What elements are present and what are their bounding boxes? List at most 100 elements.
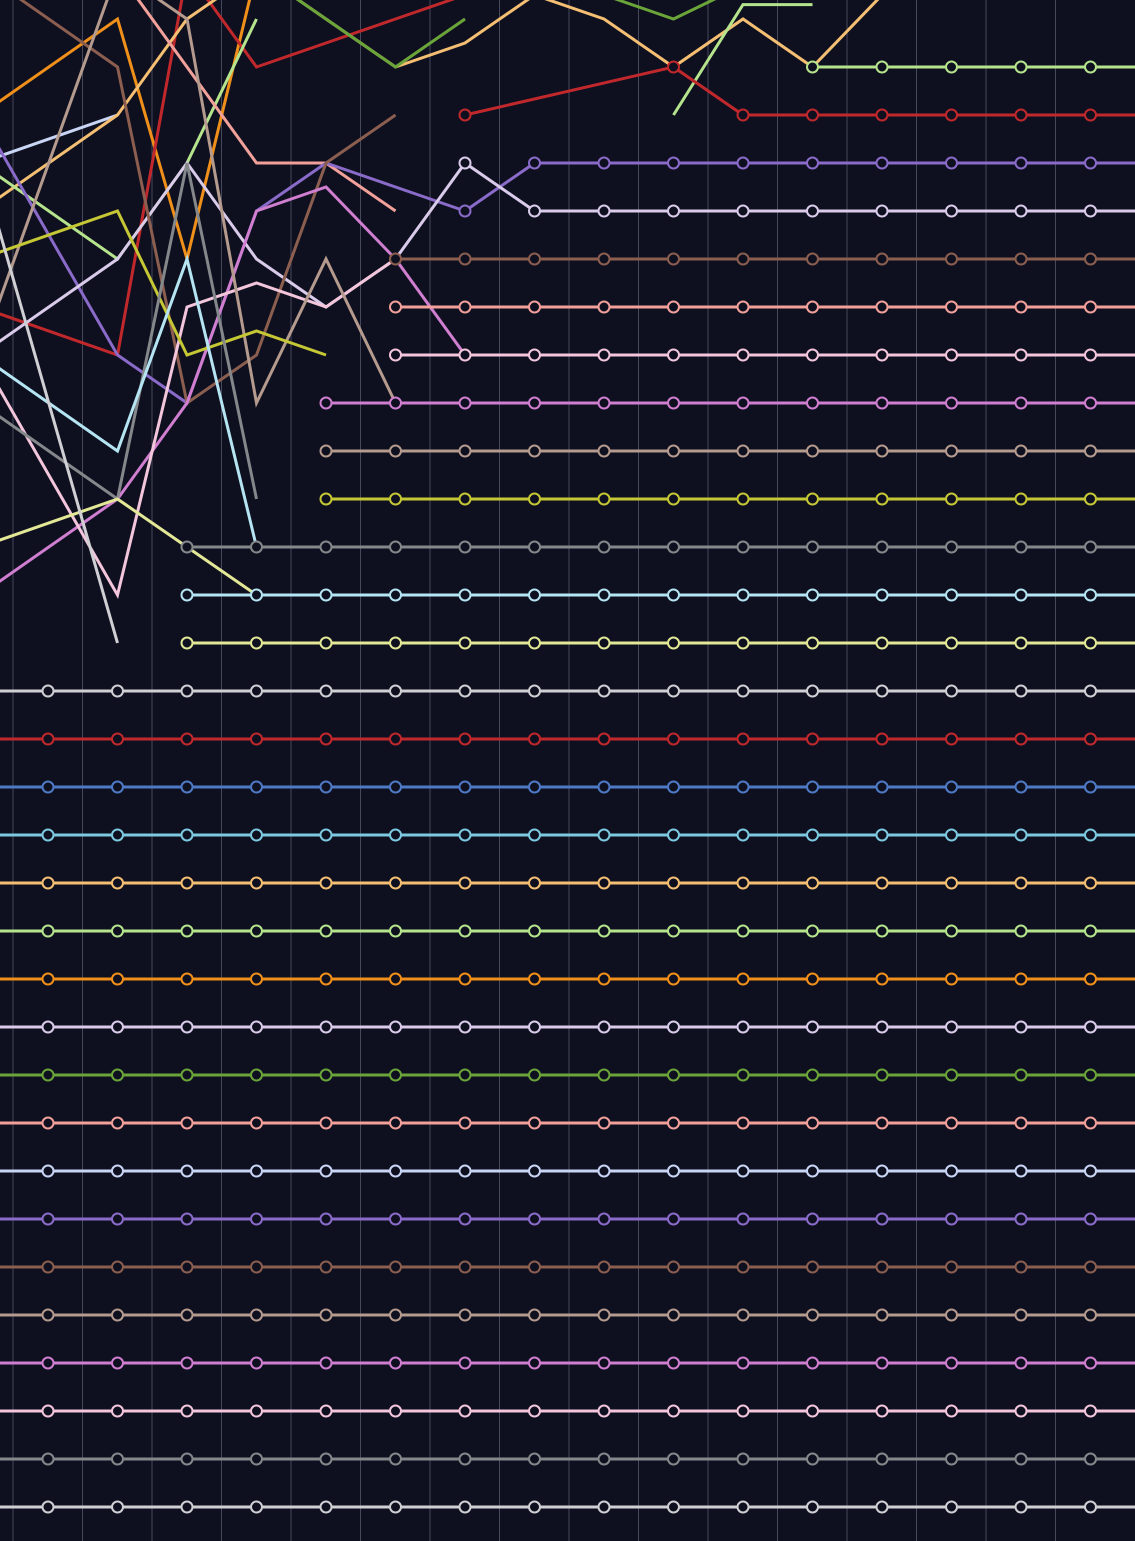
data-point [875,492,889,506]
data-point [41,684,55,698]
data-point [1084,1020,1097,1034]
data-point [597,780,611,794]
data-point [667,828,680,842]
data-point [319,540,333,554]
data-point [250,636,263,650]
data-point [667,1308,680,1322]
data-point [41,732,55,746]
data-point [597,1308,611,1322]
data-point [528,1404,541,1418]
data-point [597,396,611,410]
data-point [389,396,402,410]
data-point [806,444,819,458]
data-point [319,1260,333,1274]
data-point [111,1260,124,1274]
data-point [806,1404,819,1418]
data-point [1084,1068,1097,1082]
data-point [389,1452,402,1466]
data-point [1084,252,1097,266]
data-point [667,1356,680,1370]
data-point [1084,444,1097,458]
data-point [806,636,819,650]
data-point [1014,540,1028,554]
data-point [875,828,889,842]
data-point [597,252,611,266]
data-point [1014,396,1028,410]
data-point [597,1356,611,1370]
data-point [806,1356,819,1370]
data-point [111,780,124,794]
data-point [389,732,402,746]
data-point [736,444,750,458]
data-point [41,1116,55,1130]
data-point [806,60,819,74]
data-point [250,972,263,986]
data-point [1084,1164,1097,1178]
data-point [736,492,750,506]
data-point [458,1020,472,1034]
data-point [875,252,889,266]
data-point [1084,396,1097,410]
data-point [945,396,958,410]
data-point [389,1260,402,1274]
data-point [458,1356,472,1370]
data-point [597,684,611,698]
data-point [667,348,680,362]
data-point [667,1020,680,1034]
data-point [111,1500,124,1514]
data-point [319,1404,333,1418]
data-point [458,1116,472,1130]
data-point [528,252,541,266]
data-point [1014,204,1028,218]
data-point [389,1164,402,1178]
data-point [597,444,611,458]
data-point [875,300,889,314]
data-point [528,1164,541,1178]
data-point [319,444,333,458]
data-point [806,1308,819,1322]
data-point [1084,1500,1097,1514]
data-point [806,588,819,602]
data-point [458,1068,472,1082]
data-point [528,1068,541,1082]
data-point [389,924,402,938]
data-point [458,924,472,938]
data-point [528,396,541,410]
data-point [458,396,472,410]
data-point [458,348,472,362]
data-point [528,1308,541,1322]
data-point [1014,684,1028,698]
data-point [1084,1308,1097,1322]
data-point [597,348,611,362]
data-point [180,540,194,554]
data-point [250,828,263,842]
data-point [180,1500,194,1514]
data-point [389,300,402,314]
data-point [458,876,472,890]
data-point [806,1164,819,1178]
data-point [389,588,402,602]
data-point [875,1164,889,1178]
data-point [806,156,819,170]
data-point [319,972,333,986]
data-point [1014,252,1028,266]
data-point [597,204,611,218]
data-point [597,1212,611,1226]
data-point [389,492,402,506]
data-point [41,1212,55,1226]
data-point [597,492,611,506]
data-point [875,156,889,170]
data-point [597,300,611,314]
data-point [458,1308,472,1322]
data-point [528,828,541,842]
data-point [875,1500,889,1514]
data-point [41,1020,55,1034]
data-point [1084,732,1097,746]
data-point [1014,1500,1028,1514]
data-point [1084,300,1097,314]
data-point [41,972,55,986]
data-point [319,1020,333,1034]
data-point [1014,828,1028,842]
data-point [180,1260,194,1274]
data-point [736,1212,750,1226]
